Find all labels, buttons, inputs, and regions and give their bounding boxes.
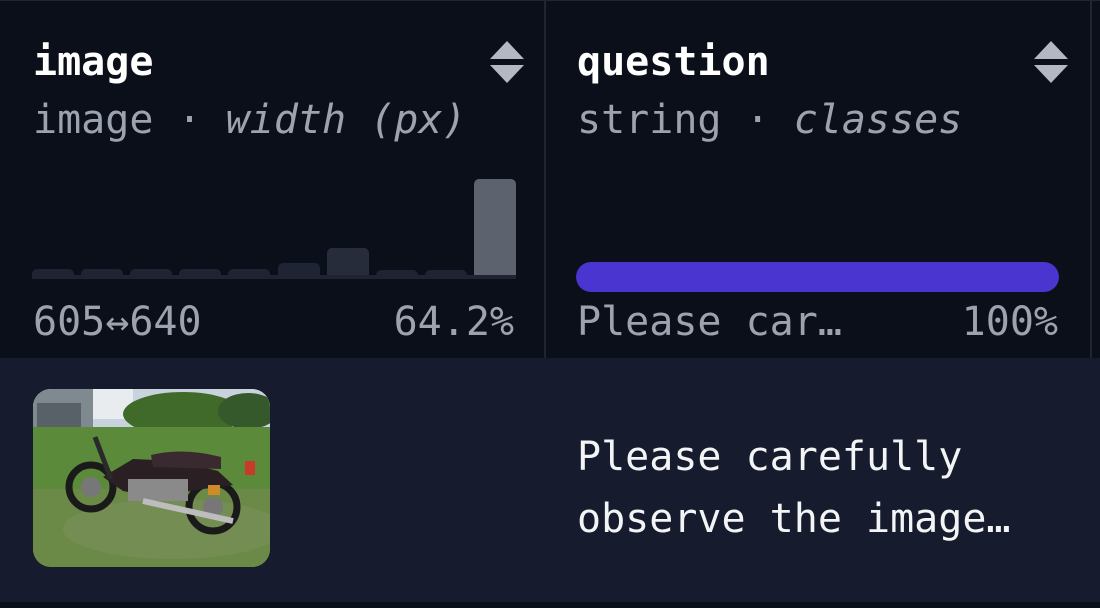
class-progress-bar[interactable] — [576, 262, 1059, 292]
sort-up-arrow-icon — [1034, 41, 1068, 59]
histogram-bar[interactable] — [32, 269, 74, 275]
histogram-bar[interactable] — [424, 270, 467, 275]
range-label: 605↔640 — [33, 299, 202, 345]
sort-down-arrow-icon — [490, 65, 524, 83]
histogram-bar[interactable] — [81, 269, 124, 275]
top-value-label: Please car… — [577, 299, 842, 345]
table-header: image image · width (px) 605↔640 64.2% q… — [0, 0, 1100, 359]
motorcycle-image — [33, 389, 270, 567]
column-header-image[interactable]: image image · width (px) 605↔640 64.2% — [0, 1, 546, 359]
histogram-bar[interactable] — [228, 269, 271, 275]
sort-up-arrow-icon — [490, 41, 524, 59]
percent-label: 64.2% — [393, 299, 514, 345]
table-row[interactable]: Please carefully observe the image… — [0, 358, 1100, 605]
column-dtype: string — [577, 97, 722, 143]
histogram-bar[interactable] — [130, 269, 173, 275]
histogram-bar[interactable] — [326, 248, 369, 275]
histogram-bar[interactable] — [375, 270, 418, 275]
column-name: image — [33, 39, 154, 85]
column-stat-label: width (px) — [225, 97, 467, 143]
dataset-viewer-table: image image · width (px) 605↔640 64.2% q… — [0, 0, 1100, 608]
histogram-baseline — [32, 275, 516, 279]
histogram-bar[interactable] — [179, 269, 222, 275]
column-name: question — [577, 39, 770, 85]
column-dtype: image — [33, 97, 154, 143]
percent-label: 100% — [961, 299, 1058, 345]
separator-dot: · — [745, 97, 794, 143]
row-image-thumbnail[interactable] — [33, 389, 270, 567]
histogram-bar[interactable] — [277, 263, 320, 275]
sort-down-arrow-icon — [1034, 65, 1068, 83]
sort-icon[interactable] — [1034, 41, 1068, 85]
column-stat-label: classes — [793, 97, 963, 143]
column-type: string · classes — [577, 97, 962, 143]
class-progress-fill — [576, 262, 1059, 292]
sort-icon[interactable] — [490, 41, 524, 85]
separator-dot: · — [177, 97, 226, 143]
column-header-question[interactable]: question string · classes Please car… 10… — [546, 1, 1092, 359]
width-histogram — [32, 179, 516, 295]
question-cell-text[interactable]: Please carefully observe the image… — [577, 426, 1077, 550]
column-type: image · width (px) — [33, 97, 467, 143]
histogram-bar[interactable] — [474, 179, 516, 275]
